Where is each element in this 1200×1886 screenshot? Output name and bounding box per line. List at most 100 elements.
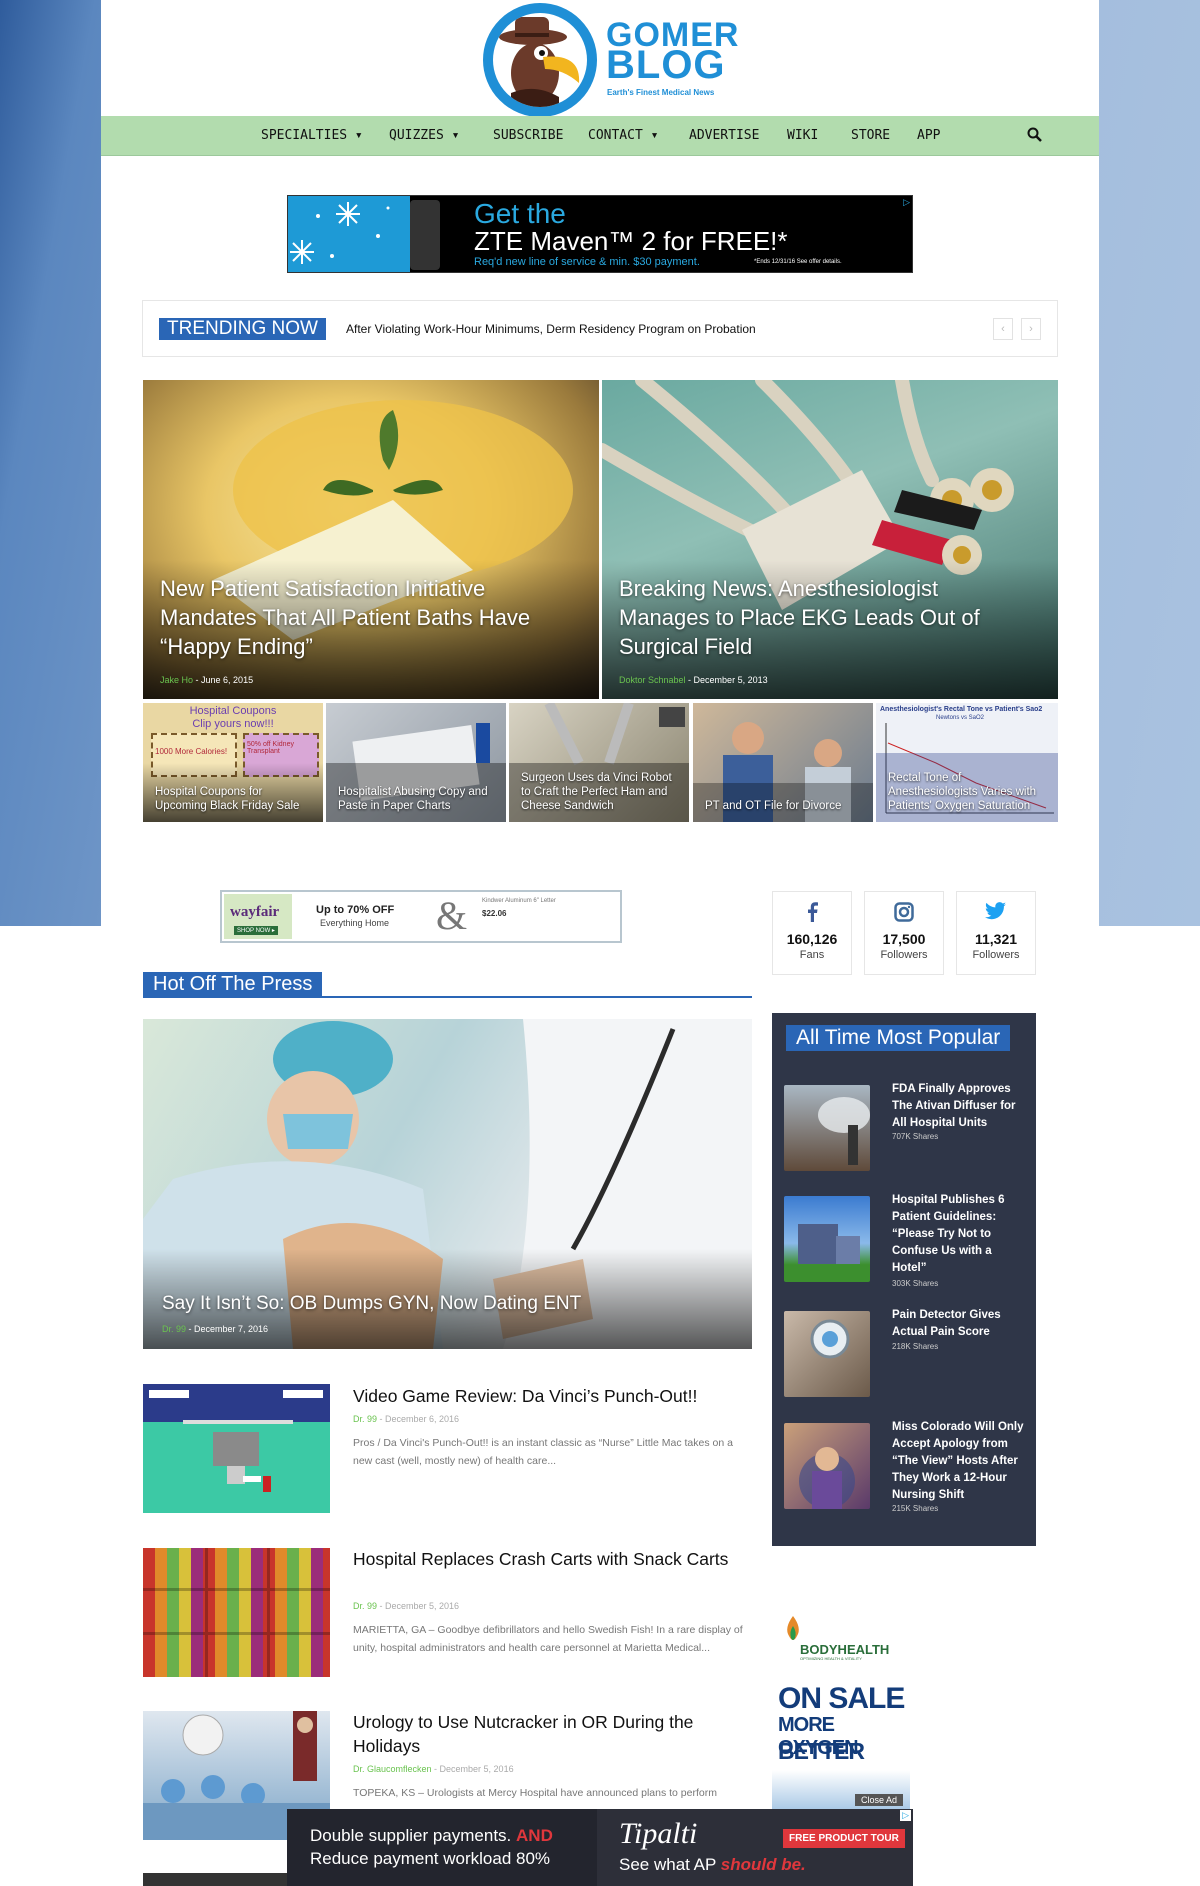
facebook-count: 160,126 [786,931,838,947]
trending-prev-button[interactable]: ‹ [993,318,1013,340]
ad-headline-2: Reduce payment workload 80% [310,1849,551,1868]
thumb-card-4[interactable]: PT and OT File for Divorce [693,703,873,822]
wayfair-price: $22.06 [482,909,507,918]
list-1-meta: Dr. 99 - December 6, 2016 [353,1414,460,1424]
list-3-meta: Dr. Glaucomflecken - December 5, 2016 [353,1764,514,1774]
list-3-title[interactable]: Urology to Use Nutcracker in OR During t… [353,1710,753,1758]
coupon-text-1: Hospital Coupons [189,705,277,717]
instagram-counter[interactable]: 17,500 Followers [864,891,944,975]
ad-headline-3: See what AP should be. [619,1855,806,1875]
popular-widget: All Time Most Popular FDA Finally Approv… [772,1013,1036,1546]
list-2-title[interactable]: Hospital Replaces Crash Carts with Snack… [353,1547,753,1571]
facebook-counter[interactable]: 160,126 Fans [772,891,852,975]
zte-banner-ad[interactable]: Get the ZTE Maven™ 2 for FREE!* Req'd ne… [287,195,913,273]
instagram-count: 17,500 [882,931,926,947]
hero-card-1[interactable]: New Patient Satisfaction Initiative Mand… [143,380,599,699]
popular-2-title[interactable]: Hospital Publishes 6 Patient Guidelines:… [892,1192,1027,1277]
close-ad-button[interactable]: Close Ad [855,1794,904,1806]
trending-next-button[interactable]: › [1021,318,1041,340]
popular-1-title[interactable]: FDA Finally Approves The Ativan Diffuser… [892,1081,1027,1132]
thumb-1-title[interactable]: Hospital Coupons for Upcoming Black Frid… [155,785,317,813]
nav-wiki[interactable]: WIKI [787,128,818,143]
adchoices-icon[interactable]: ▷ [903,197,910,208]
nav-quizzes[interactable]: QUIZZES ▾ [389,128,459,143]
bodyhealth-ad[interactable]: BODYHEALTH OPTIMIZING HEALTH & VITALITY … [772,1610,910,1810]
hero-card-2[interactable]: Breaking News: Anesthesiologist Manages … [602,380,1058,699]
ad-headline-1b: AND [516,1826,553,1845]
adchoices-icon[interactable]: ▷ [900,1810,911,1821]
instagram-label: Followers [880,949,928,961]
thumb-3-title[interactable]: Surgeon Uses da Vinci Robot to Craft the… [521,771,683,813]
thumb-5-title[interactable]: Rectal Tone of Anesthesiologists Varies … [888,771,1052,813]
coupon-text-2: Clip yours now!!! [192,718,274,730]
list-2-excerpt: MARIETTA, GA – Goodbye defibrillators an… [353,1624,743,1654]
ad-headline-3b: should be. [720,1855,806,1874]
featured-card[interactable]: Say It Isn’t So: OB Dumps GYN, Now Datin… [143,1019,752,1349]
list-2-date: December 5, 2016 [385,1601,460,1611]
logo-wordmark[interactable]: GOMER BLOG [606,18,739,85]
list-2-author[interactable]: Dr. 99 [353,1601,377,1611]
hero-1-meta: Jake Ho - June 6, 2015 [160,675,254,685]
ad-headline-3a: See what AP [619,1855,717,1874]
pain-detector-image[interactable] [784,1311,870,1397]
list-3-author[interactable]: Dr. Glaucomflecken [353,1764,432,1774]
hero-2-author[interactable]: Doktor Schnabel [619,675,686,685]
phone-image [410,200,440,270]
popular-4-title[interactable]: Miss Colorado Will Only Accept Apology f… [892,1419,1027,1504]
featured-meta: Dr. 99 - December 7, 2016 [162,1324,269,1334]
nurse-image[interactable] [784,1423,870,1509]
popular-3-title[interactable]: Pain Detector Gives Actual Pain Score [892,1307,1027,1341]
nav-app[interactable]: APP [917,128,940,143]
nav-advertise[interactable]: ADVERTISE [689,128,759,143]
nav-contact[interactable]: CONTACT ▾ [588,128,658,143]
wayfair-logo-area: wayfair SHOP NOW ▸ [224,894,292,939]
hero-1-author[interactable]: Jake Ho [160,675,193,685]
tipalti-sticky-ad[interactable]: Double supplier payments. AND Reduce pay… [287,1809,913,1886]
nav-specialties[interactable]: SPECIALTIES ▾ [261,128,363,143]
search-icon[interactable] [1027,127,1043,148]
featured-date: December 7, 2016 [194,1324,269,1334]
list-2-meta: Dr. 99 - December 5, 2016 [353,1601,460,1611]
list-1-title[interactable]: Video Game Review: Da Vinci’s Punch-Out!… [353,1384,753,1408]
ad-headline-1: Double supplier payments. AND [310,1826,553,1846]
thumb-card-1[interactable]: Hospital Coupons Clip yours now!!! 1000 M… [143,703,323,822]
thumb-card-2[interactable]: Hospitalist Abusing Copy and Paste in Pa… [326,703,506,822]
popular-1-shares: 707K Shares [892,1132,939,1141]
ad-headline-1a: Double supplier payments. [310,1826,512,1845]
wayfair-banner-ad[interactable]: wayfair SHOP NOW ▸ Up to 70% OFF Everyth… [220,890,622,943]
hero-2-title[interactable]: Breaking News: Anesthesiologist Manages … [619,574,1019,661]
featured-author[interactable]: Dr. 99 [162,1324,186,1334]
shop-now-button[interactable]: SHOP NOW ▸ [234,926,278,935]
logo-tagline: Earth's Finest Medical News [607,88,715,97]
list-1-author[interactable]: Dr. 99 [353,1414,377,1424]
logo-line2: BLOG [606,43,726,87]
hero-1-title[interactable]: New Patient Satisfaction Initiative Mand… [160,574,560,661]
hotel-hospital-image[interactable] [784,1196,870,1282]
free-tour-button[interactable]: FREE PRODUCT TOUR [783,1829,905,1848]
trending-headline[interactable]: After Violating Work-Hour Minimums, Derm… [346,322,756,336]
thumb-2-title[interactable]: Hospitalist Abusing Copy and Paste in Pa… [338,785,500,813]
thumb-card-5[interactable]: Anesthesiologist's Rectal Tone vs Patien… [876,703,1058,822]
nav-store[interactable]: STORE [851,128,890,143]
section-title: Hot Off The Press [143,972,323,996]
ad-left-panel [287,1809,597,1886]
candy-image[interactable] [143,1548,330,1677]
twitter-icon [957,902,1035,924]
thumb-4-title[interactable]: PT and OT File for Divorce [705,799,867,813]
thumb-card-3[interactable]: Surgeon Uses da Vinci Robot to Craft the… [509,703,689,822]
bodyhealth-sub: OPTIMIZING HEALTH & VITALITY [800,1656,862,1661]
wayfair-offer: Up to 70% OFF [316,904,395,916]
twitter-counter[interactable]: 11,321 Followers [956,891,1036,975]
hero-2-date: December 5, 2013 [693,675,768,685]
section-divider [143,996,752,998]
facebook-label: Fans [799,949,825,961]
nav-subscribe[interactable]: SUBSCRIBE [493,128,563,143]
punchout-image[interactable] [143,1384,330,1513]
logo-emblem[interactable] [483,3,597,117]
popular-2-shares: 303K Shares [892,1279,939,1288]
diffuser-image[interactable] [784,1085,870,1171]
featured-title[interactable]: Say It Isn’t So: OB Dumps GYN, Now Datin… [162,1293,581,1315]
list-1-excerpt: Pros / Da Vinci's Punch-Out!! is an inst… [353,1437,733,1467]
coupon-header: Hospital Coupons Clip yours now!!! [143,705,323,731]
ampersand-image: & [436,893,468,938]
